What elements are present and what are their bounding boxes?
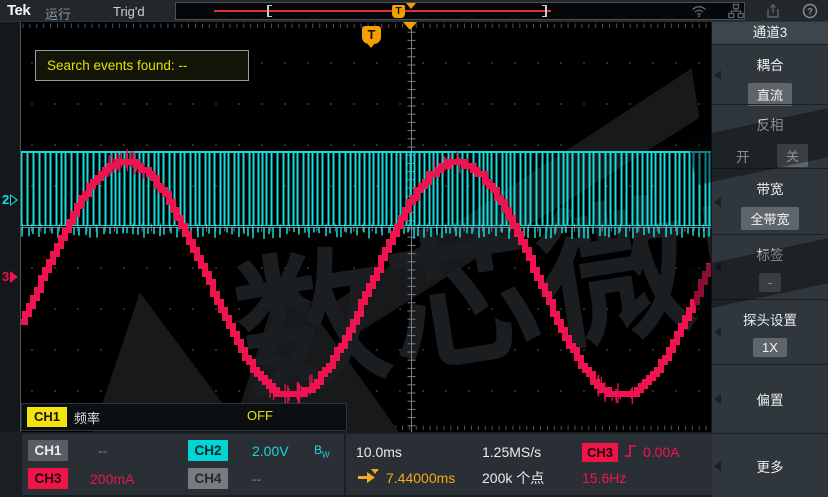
- ch3-marker-triangle-icon: [10, 271, 18, 283]
- ch1-badge[interactable]: CH1: [28, 440, 68, 461]
- trigger-source-badge[interactable]: CH3: [582, 443, 618, 462]
- horizontal-delay-icon: [356, 469, 380, 488]
- ch3-position-marker[interactable]: 3: [2, 269, 18, 284]
- ch4-badge[interactable]: CH4: [188, 468, 228, 489]
- channel-readouts: CH1 -- CH2 2.00V BW CH3 200mA CH4 --: [22, 434, 344, 495]
- trigger-status: Trig'd: [113, 4, 145, 19]
- ch1-scale-value: --: [98, 443, 107, 459]
- trigger-level-value: 0.00A: [643, 444, 680, 460]
- trigger-point-arrow-icon: [403, 22, 417, 30]
- trigger-position-badge[interactable]: T: [392, 5, 405, 18]
- svg-text:?: ?: [807, 6, 813, 17]
- help-icon[interactable]: ?: [802, 3, 818, 19]
- ch4-scale-value: --: [252, 471, 261, 487]
- menu-item-more[interactable]: 更多: [712, 433, 828, 497]
- invert-on-option[interactable]: 开: [736, 146, 750, 166]
- record-view-bar[interactable]: T: [175, 2, 745, 20]
- side-menu-channel3: 通道3 耦合 直流 反相 开 关 带宽 全带宽 标签 - 探头设置 1X: [712, 22, 828, 497]
- record-waveform-line: [214, 10, 551, 12]
- section-arrow-icon: [714, 394, 721, 404]
- menu-item-bandwidth[interactable]: 带宽 全带宽: [712, 168, 828, 234]
- measurement-channel-badge: CH1: [27, 407, 67, 427]
- sample-rate: 1.25MS/s: [482, 444, 582, 460]
- measurement-bar[interactable]: CH1 频率 OFF: [21, 403, 347, 431]
- tek-logo: Tek: [7, 2, 30, 19]
- trigger-position-arrow-icon: [406, 3, 416, 9]
- oscilloscope-screen: Tek 运行 Trig'd T ? 2 3 数芯微电 Search events…: [0, 0, 828, 497]
- menu-item-label[interactable]: 标签 -: [712, 234, 828, 299]
- ch2-bandwidth-limit-icon: BW: [314, 443, 330, 459]
- menu-item-offset[interactable]: 偏置: [712, 364, 828, 433]
- waveform-display: 数芯微电 Search events found: -- T CH1 频率 OF…: [20, 22, 711, 432]
- wifi-icon[interactable]: [691, 3, 707, 19]
- network-icon[interactable]: [728, 3, 744, 19]
- rising-edge-icon: [623, 443, 638, 462]
- section-arrow-icon: [714, 262, 721, 272]
- export-icon[interactable]: [765, 3, 781, 19]
- coupling-value-button[interactable]: 直流: [748, 83, 792, 106]
- measurement-type-label: 频率: [74, 408, 100, 427]
- section-arrow-icon: [714, 197, 721, 207]
- trigger-level-badge[interactable]: T: [362, 26, 381, 44]
- ch2-scale-value: 2.00V: [252, 443, 289, 459]
- ch3-scale-value: 200mA: [90, 471, 134, 487]
- ch3-badge[interactable]: CH3: [28, 468, 68, 489]
- section-arrow-icon: [714, 70, 721, 80]
- label-value-button[interactable]: -: [759, 273, 781, 292]
- section-arrow-icon: [714, 461, 721, 471]
- horizontal-delay-value: 7.44000ms: [386, 470, 455, 486]
- time-per-div: 10.0ms: [346, 444, 482, 460]
- ch2-badge[interactable]: CH2: [188, 440, 228, 461]
- trigger-frequency: 15.6Hz: [582, 470, 626, 486]
- record-length: 200k 个点: [482, 468, 582, 488]
- horizontal-trigger-readouts: 10.0ms 1.25MS/s CH3 0.00A 7.44000ms 200k…: [346, 434, 712, 495]
- ch2-marker-triangle-icon: [10, 194, 18, 206]
- bottom-readout-bar: CH1 -- CH2 2.00V BW CH3 200mA CH4 -- 10.…: [0, 432, 712, 497]
- menu-item-probe-setup[interactable]: 探头设置 1X: [712, 299, 828, 364]
- menu-item-invert[interactable]: 反相 开 关: [712, 104, 828, 168]
- search-events-banner: Search events found: --: [35, 50, 249, 81]
- acquisition-run-status: 运行: [45, 4, 71, 23]
- ch2-position-marker[interactable]: 2: [2, 192, 18, 207]
- waveform-canvas: 数芯微电: [21, 22, 711, 432]
- measurement-value: OFF: [247, 408, 273, 423]
- window-bracket-left-icon: [267, 5, 272, 17]
- probe-value-button[interactable]: 1X: [753, 338, 787, 357]
- invert-off-option[interactable]: 关: [777, 144, 808, 167]
- top-status-bar: Tek 运行 Trig'd T ?: [0, 0, 828, 22]
- side-menu-title: 通道3: [712, 22, 828, 44]
- menu-item-coupling[interactable]: 耦合 直流: [712, 44, 828, 104]
- bandwidth-value-button[interactable]: 全带宽: [741, 207, 798, 230]
- window-bracket-right-icon: [542, 5, 547, 17]
- section-arrow-icon: [714, 327, 721, 337]
